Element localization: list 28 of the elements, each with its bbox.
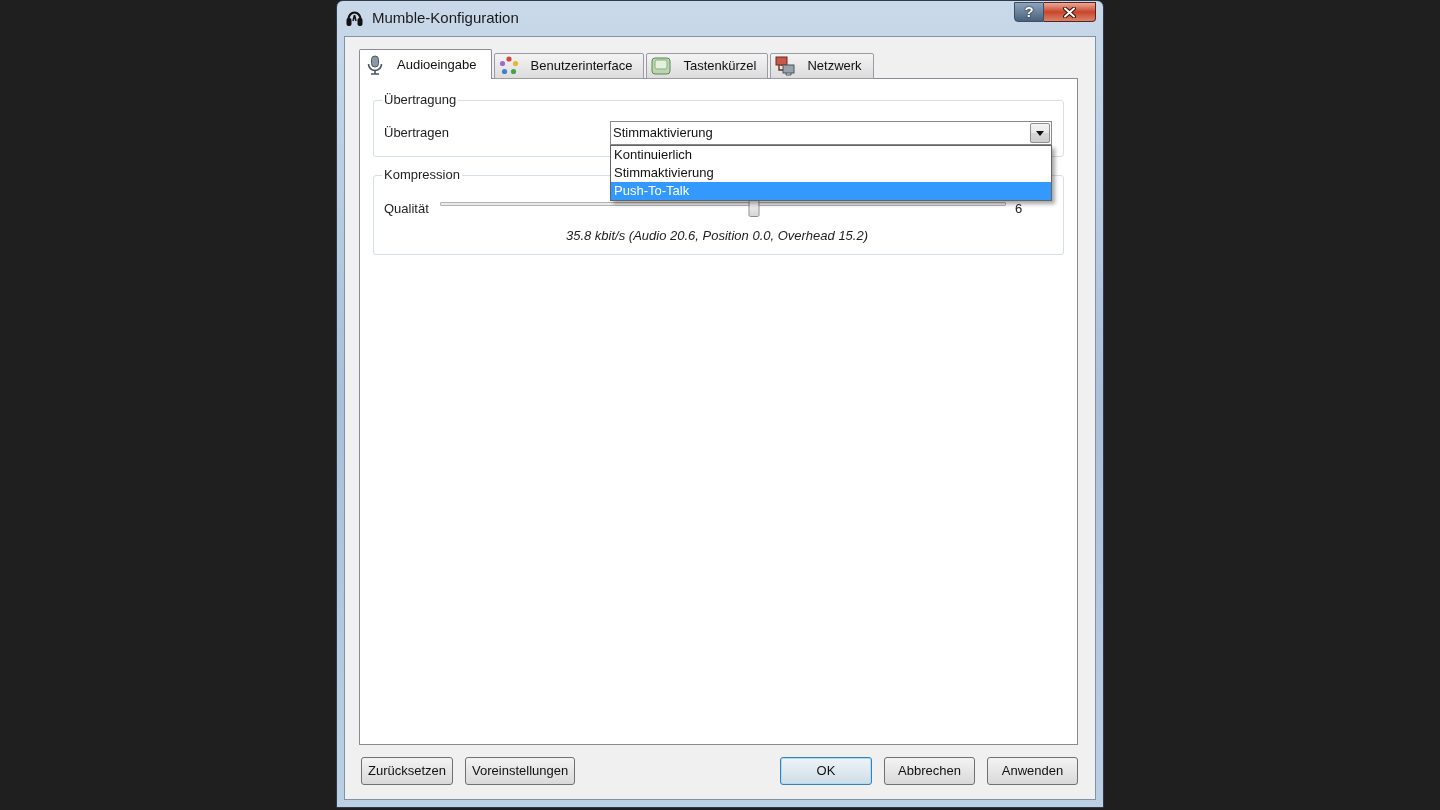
field-label: Übertragen: [384, 124, 451, 143]
network-icon: [775, 56, 796, 76]
field-label: Qualität: [384, 200, 430, 218]
window-title: Mumble-Konfiguration: [372, 8, 519, 28]
keyboard-key-icon: [651, 56, 672, 76]
dialog-button[interactable]: Abbrechen: [884, 757, 975, 785]
group-title: Kompression: [383, 167, 461, 183]
mic-icon: [365, 54, 385, 75]
close-icon: [1063, 6, 1076, 18]
dialog-button[interactable]: Zurücksetzen: [361, 757, 454, 785]
tab[interactable]: Audioeingabe: [359, 49, 492, 79]
slider-value: 6: [1014, 200, 1024, 218]
dialog-button[interactable]: OK: [780, 757, 872, 785]
headphones-icon: [346, 9, 363, 26]
group-title: Übertragung: [383, 92, 458, 108]
dot-ring-icon: [498, 56, 519, 76]
dropdown-option[interactable]: Kontinuierlich: [611, 146, 1051, 164]
tab[interactable]: Benutzerinterface: [493, 53, 645, 79]
slider-thumb[interactable]: [748, 199, 760, 217]
help-button[interactable]: ?: [1014, 2, 1044, 22]
dropdown-option[interactable]: Stimmaktivierung: [611, 164, 1051, 182]
tab[interactable]: Tastenkürzel: [646, 53, 769, 79]
transmit-mode-dropdown[interactable]: Stimmaktivierung: [610, 121, 1052, 145]
close-button[interactable]: [1044, 2, 1096, 22]
dialog-button[interactable]: Voreinstellungen: [465, 757, 576, 785]
bitrate-text: 35.8 kbit/s (Audio 20.6, Position 0.0, Overhead 15.2): [564, 228, 870, 244]
tab[interactable]: Netzwerk: [770, 53, 874, 79]
dialog-button[interactable]: Anwenden: [987, 757, 1078, 785]
